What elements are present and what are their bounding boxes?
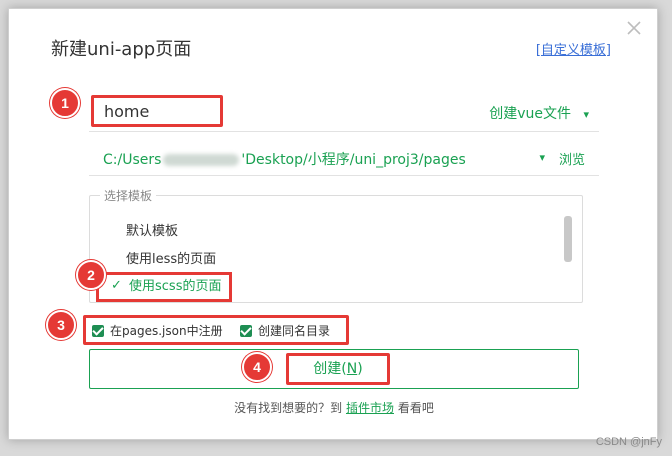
redacted-username <box>163 154 240 166</box>
page-path-row: C:/Users 'Desktop/小程序/uni_proj3/pages ▾ 浏… <box>89 141 599 176</box>
create-same-dir-checkbox[interactable]: 创建同名目录 <box>240 322 330 339</box>
close-icon[interactable] <box>625 19 643 37</box>
create-button-frame: 创建(N) <box>89 349 579 389</box>
path-prefix: C:/Users <box>103 152 162 168</box>
checkbox-checked-icon <box>92 324 104 337</box>
new-page-dialog: 新建uni-app页面 [自定义模板] 创建vue文件 ▾ C:/Users 'D… <box>8 8 658 440</box>
create-button-label: 创建( <box>313 361 347 377</box>
create-button-hotkey: N <box>346 361 358 377</box>
screenshot-stage: 新建uni-app页面 [自定义模板] 创建vue文件 ▾ C:/Users 'D… <box>0 0 672 456</box>
template-item-scss[interactable]: ✓ 使用scss的页面 <box>96 272 233 302</box>
path-suffix: 'Desktop/小程序/uni_proj3/pages <box>241 152 466 168</box>
annotation-badge-4: 4 <box>242 352 272 382</box>
page-options: 在pages.json中注册 创建同名目录 <box>83 315 349 345</box>
check-icon: ✓ <box>111 278 122 293</box>
footer-suffix: 看看吧 <box>397 401 434 415</box>
template-item-scss-label: 使用scss的页面 <box>129 279 222 294</box>
template-item-default[interactable]: 默认模板 <box>126 220 178 239</box>
browse-button[interactable]: 浏览 <box>559 149 585 168</box>
page-path-field[interactable]: C:/Users 'Desktop/小程序/uni_proj3/pages <box>103 149 466 169</box>
page-name-row: 创建vue文件 ▾ <box>89 93 599 132</box>
chevron-down-icon: ▾ <box>583 108 589 121</box>
annotation-badge-2: 2 <box>76 260 106 290</box>
template-scrollbar[interactable] <box>564 216 572 262</box>
create-file-type-label: 创建vue文件 <box>489 106 572 122</box>
dialog-title: 新建uni-app页面 <box>51 39 192 60</box>
template-selector: 选择模板 默认模板 使用less的页面 ✓ 使用scss的页面 <box>89 187 583 303</box>
footer-hint: 没有找到想要的？到 插件市场 看看吧 <box>9 399 659 416</box>
watermark: CSDN @jnFy <box>595 436 662 448</box>
register-pages-json-checkbox[interactable]: 在pages.json中注册 <box>92 322 223 339</box>
page-name-input[interactable] <box>91 95 223 127</box>
create-same-dir-label: 创建同名目录 <box>258 324 331 338</box>
register-pages-json-label: 在pages.json中注册 <box>110 324 223 338</box>
create-file-type-dropdown[interactable]: 创建vue文件 ▾ <box>489 103 589 123</box>
chevron-down-icon[interactable]: ▾ <box>539 151 545 164</box>
template-legend: 选择模板 <box>100 187 157 204</box>
footer-prefix: 没有找到想要的？到 <box>234 401 343 415</box>
plugin-market-link[interactable]: 插件市场 <box>346 401 394 415</box>
create-button[interactable]: 创建(N) <box>286 353 390 385</box>
create-button-close: ) <box>357 361 363 377</box>
template-item-less[interactable]: 使用less的页面 <box>126 248 216 267</box>
annotation-badge-1: 1 <box>50 88 80 118</box>
annotation-badge-3: 3 <box>46 310 76 340</box>
checkbox-checked-icon <box>240 324 252 337</box>
custom-template-link[interactable]: [自定义模板] <box>536 39 611 58</box>
